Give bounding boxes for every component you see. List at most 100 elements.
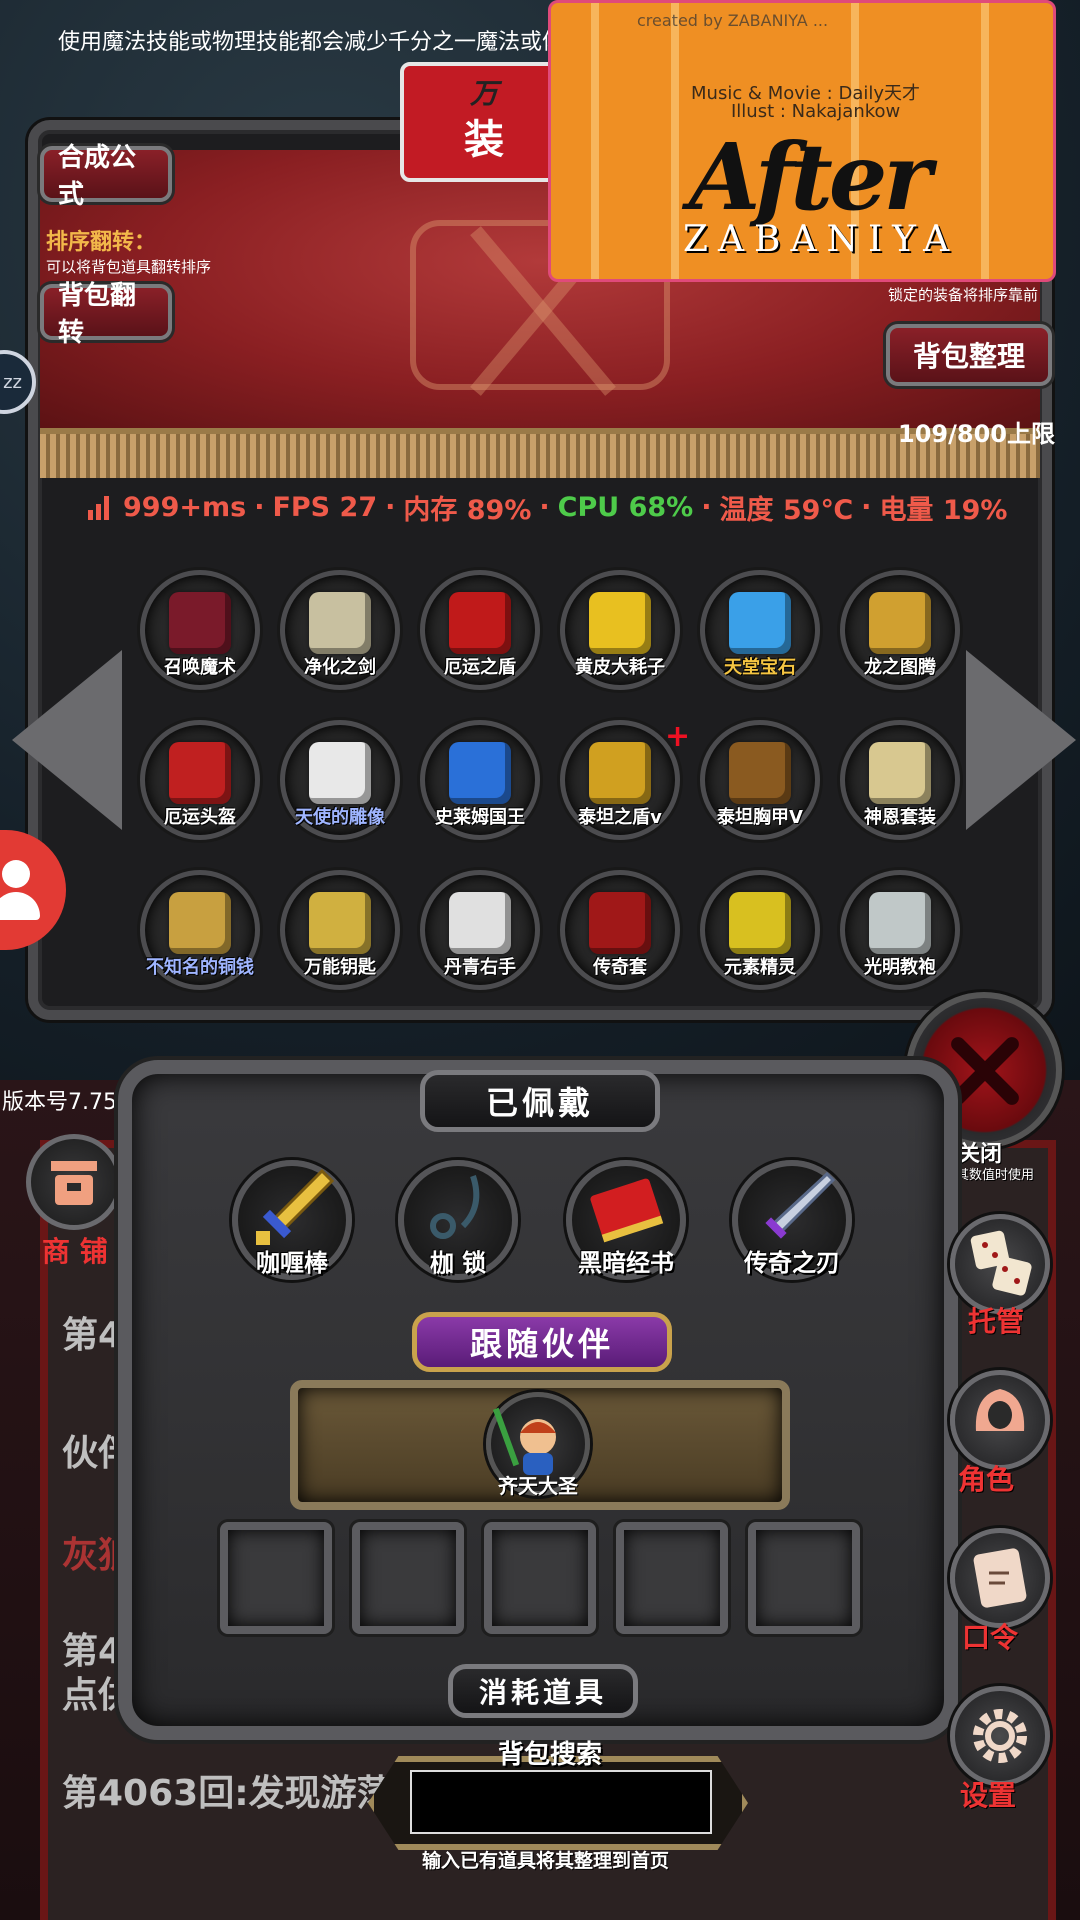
equipped-slot[interactable]: 咖喱棒 (232, 1160, 352, 1280)
next-page-arrow[interactable] (966, 650, 1076, 830)
banner-fringe (40, 428, 1040, 478)
inventory-item[interactable]: 净化之剑 (280, 570, 400, 690)
equipped-label: 传奇之刃 (744, 1249, 840, 1277)
inventory-item[interactable]: 不知名的铜钱 (140, 870, 260, 990)
video-streak (591, 3, 599, 279)
inventory-item[interactable]: 光明教袍 (840, 870, 960, 990)
inventory-item[interactable]: 龙之图腾 (840, 570, 960, 690)
item-label: 不知名的铜钱 (146, 957, 254, 978)
perf-memory: 内存 89% (403, 495, 532, 526)
inventory-item[interactable]: 万能钥匙 (280, 870, 400, 990)
prev-page-arrow[interactable] (12, 650, 122, 830)
equipped-slot[interactable]: 黑暗经书 (566, 1160, 686, 1280)
video-streak (981, 3, 989, 279)
video-logo-main: After (689, 123, 932, 231)
item-label: 泰坦胸甲V (717, 807, 803, 828)
perf-separator: · (701, 492, 712, 523)
log-line: 第4 (62, 1315, 124, 1356)
inventory-item[interactable]: 丹青右手 (420, 870, 540, 990)
item-icon (449, 592, 511, 655)
inventory-item[interactable]: 厄运头盔 (140, 720, 260, 840)
video-logo-sub: ZABANIYA (683, 219, 960, 260)
role-button[interactable] (950, 1370, 1050, 1470)
perf-battery: 电量 19% (879, 495, 1008, 526)
role-label: 角色 (958, 1463, 1015, 1496)
dice-icon (970, 1230, 1032, 1296)
item-icon (869, 742, 931, 805)
hooded-figure-icon (975, 1389, 1025, 1431)
item-icon (309, 742, 371, 805)
item-label: 传奇套 (593, 957, 647, 978)
inventory-item[interactable]: 天使的雕像 (280, 720, 400, 840)
equipped-slot[interactable]: 传奇之刃 (732, 1160, 852, 1280)
inventory-item[interactable]: 天堂宝石 (700, 570, 820, 690)
settings-label: 设置 (960, 1779, 1017, 1812)
inventory-title-badge: 万 装 (400, 62, 560, 182)
shop-button[interactable] (26, 1134, 122, 1230)
perf-separator: · (539, 492, 550, 523)
video-overlay[interactable]: created by ZABANIYA ... Music & Movie : … (548, 0, 1056, 282)
equipped-label: 黑暗经书 (578, 1249, 674, 1277)
inventory-item[interactable]: 泰坦胸甲V (700, 720, 820, 840)
item-label: 神恩套装 (864, 807, 936, 828)
bag-capacity: 109/800上限 (898, 420, 1055, 448)
consumable-slot[interactable] (484, 1522, 596, 1634)
command-button[interactable] (950, 1528, 1050, 1628)
equipped-title: 已佩戴 (420, 1070, 660, 1132)
video-streak (671, 3, 679, 279)
consumable-slot[interactable] (748, 1522, 860, 1634)
item-label: 净化之剑 (304, 657, 376, 678)
performance-stats: 999+ms · FPS 27 · 内存 89% · CPU 68% · 温度 … (88, 488, 1007, 527)
companion-slot[interactable]: 齐天大圣 (486, 1392, 590, 1498)
command-label: 口令 (962, 1621, 1019, 1654)
tip-text: 使用魔法技能或物理技能都会减少千分之一魔法或体 (58, 30, 565, 55)
bag-sort-button[interactable]: 背包整理 (886, 324, 1052, 386)
inventory-item[interactable]: 史莱姆国王 (420, 720, 540, 840)
item-label: 黄皮大耗子 (575, 657, 665, 678)
auto-manage-label: 托管 (968, 1305, 1025, 1338)
search-title: 背包搜索 (498, 1740, 603, 1770)
log-line: 第4063回:发现游荡 (62, 1773, 393, 1814)
item-label: 厄运之盾 (444, 657, 516, 678)
consumable-slot[interactable] (352, 1522, 464, 1634)
item-icon (169, 742, 231, 805)
perf-temperature: 温度 59℃ (719, 495, 854, 526)
item-label: 光明教袍 (864, 957, 936, 978)
sort-label: 排序翻转： (46, 230, 157, 255)
formula-button[interactable]: 合成公式 (40, 143, 172, 210)
search-hint: 输入已有道具将其整理到首页 (422, 1850, 670, 1872)
item-icon (589, 892, 651, 955)
inventory-item[interactable]: 厄运之盾 (420, 570, 540, 690)
item-label: 厄运头盔 (164, 807, 236, 828)
inventory-item[interactable]: 召唤魔术 (140, 570, 260, 690)
bag-search-input[interactable] (410, 1770, 712, 1834)
settings-button[interactable] (950, 1686, 1050, 1786)
item-label: 元素精灵 (724, 957, 796, 978)
item-icon (169, 892, 231, 955)
perf-latency: 999+ms (123, 492, 247, 523)
companion-label: 齐天大圣 (498, 1474, 578, 1498)
perf-cpu: CPU 68% (557, 492, 694, 523)
inventory-item[interactable]: 泰坦之盾v + (560, 719, 690, 840)
shop-label: 商 铺 (42, 1235, 108, 1268)
auto-manage-button[interactable] (950, 1214, 1050, 1314)
version-text: 版本号7.75 (2, 1090, 117, 1115)
item-icon (729, 892, 791, 955)
lock-note: 锁定的装备将排序靠前 (888, 286, 1039, 304)
item-label: 龙之图腾 (864, 657, 936, 678)
inventory-item[interactable]: 黄皮大耗子 (560, 570, 680, 690)
item-label: 天堂宝石 (724, 657, 796, 678)
item-icon (169, 592, 231, 655)
equipped-slot[interactable]: 枷 锁 (398, 1160, 518, 1280)
consumable-slot[interactable] (220, 1522, 332, 1634)
perf-separator: · (385, 492, 396, 523)
item-icon (869, 892, 931, 955)
item-icon (589, 742, 651, 805)
inventory-item[interactable]: 元素精灵 (700, 870, 820, 990)
inventory-item[interactable]: 传奇套 (560, 870, 680, 990)
bag-flip-button[interactable]: 背包翻转 (40, 281, 172, 348)
consumable-slot[interactable] (616, 1522, 728, 1634)
item-icon (449, 742, 511, 805)
signal-bars-icon (88, 495, 109, 520)
inventory-item[interactable]: 神恩套装 (840, 720, 960, 840)
